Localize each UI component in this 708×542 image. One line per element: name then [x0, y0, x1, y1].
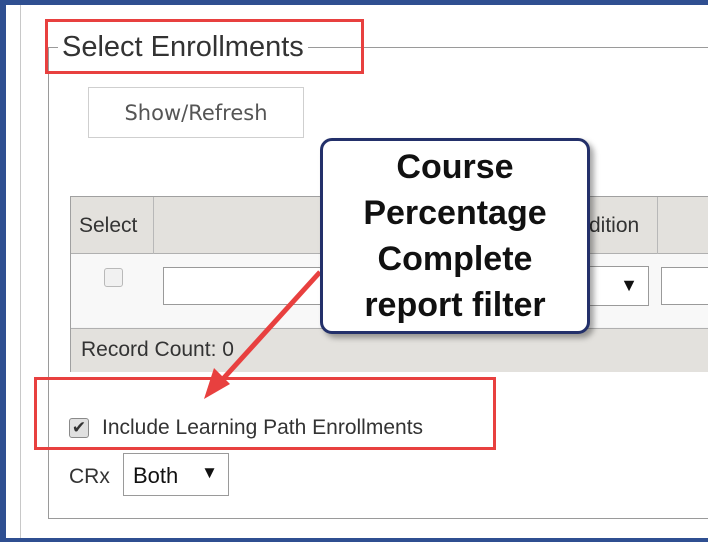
- select-all-checkbox[interactable]: [104, 268, 123, 287]
- value-filter-input[interactable]: [661, 267, 708, 305]
- crx-select[interactable]: Both ▼: [123, 453, 229, 496]
- record-count-row: Record Count: 0: [71, 328, 708, 372]
- show-refresh-button[interactable]: Show/Refresh: [88, 87, 304, 138]
- checkmark-icon: ✔: [71, 418, 87, 437]
- callout-text: Course Percentage Complete report filter: [363, 148, 547, 324]
- include-learning-path-checkbox[interactable]: ✔: [69, 418, 89, 438]
- panel-divider: [20, 5, 21, 538]
- triangle-down-icon: ▼: [201, 463, 218, 482]
- triangle-down-icon: ▼: [620, 275, 638, 295]
- name-filter-input[interactable]: [163, 267, 343, 305]
- column-header-condition[interactable]: dition: [589, 214, 639, 238]
- column-header-select[interactable]: Select: [79, 214, 137, 238]
- record-count-label: Record Count: 0: [81, 338, 234, 361]
- callout-box: Course Percentage Complete report filter: [320, 138, 590, 334]
- crx-label: CRx: [69, 465, 110, 488]
- crx-select-value: Both: [133, 463, 179, 488]
- include-learning-path-label[interactable]: Include Learning Path Enrollments: [102, 416, 423, 440]
- legend-highlight-box: [45, 19, 364, 74]
